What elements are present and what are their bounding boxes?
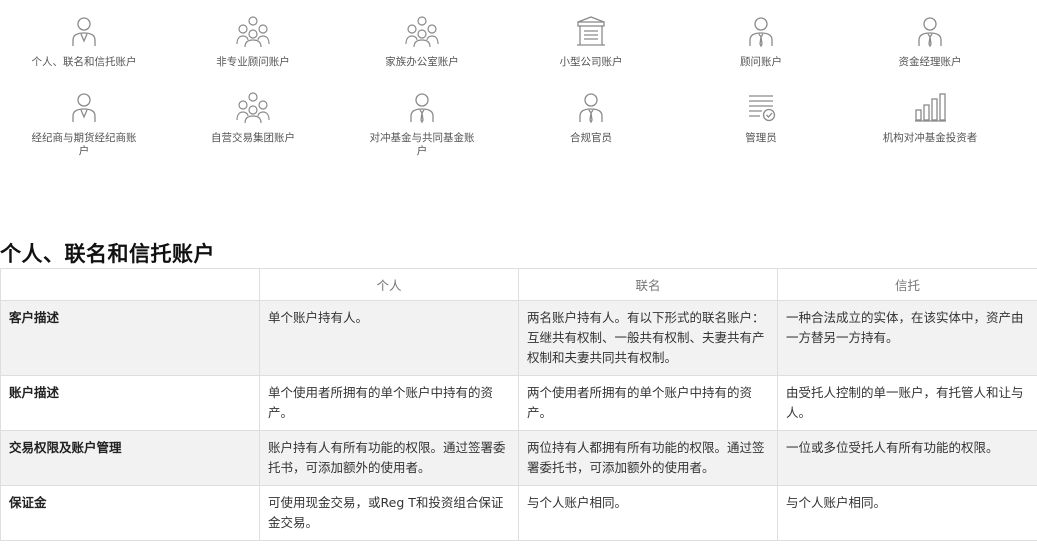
group-icon — [236, 90, 270, 124]
table-cell: 可使用现金交易，或Reg T和投资组合保证金交易。 — [259, 485, 519, 541]
row-header: 客户描述 — [0, 300, 260, 376]
table-header-row: 个人 联名 信托 — [0, 268, 1037, 301]
account-tile-label: 对冲基金与共同基金账户 — [369, 132, 475, 157]
table-cell: 两个使用者所拥有的单个账户中持有的资产。 — [518, 375, 778, 431]
account-tile-compliance-officer[interactable]: 合规官员 — [516, 90, 666, 145]
account-tile-label: 资金经理账户 — [898, 56, 962, 68]
account-tile-money-manager[interactable]: 资金经理账户 — [855, 14, 1005, 69]
table-cell: 由受托人控制的单一账户，有托管人和让与人。 — [777, 375, 1037, 431]
person-icon — [744, 14, 778, 48]
account-tile-label: 家族办公室账户 — [385, 56, 459, 68]
table-cell: 一位或多位受托人有所有功能的权限。 — [777, 430, 1037, 486]
account-tile-family-office[interactable]: 家族办公室账户 — [347, 14, 497, 69]
account-tile-small-business[interactable]: 小型公司账户 — [516, 14, 666, 69]
account-tile-hedge-mutual-fund[interactable]: 对冲基金与共同基金账户 — [347, 90, 497, 158]
account-tile-prop-trading-group[interactable]: 自营交易集团账户 — [178, 90, 328, 145]
account-tile-label: 顾问账户 — [740, 56, 782, 68]
account-tile-non-pro-advisor[interactable]: 非专业顾问账户 — [178, 14, 328, 69]
account-tile-administrator[interactable]: 管理员 — [686, 90, 836, 145]
account-tile-broker[interactable]: 经纪商与期货经纪商账户 — [9, 90, 159, 158]
row-header: 交易权限及账户管理 — [0, 430, 260, 486]
account-tile-label: 机构对冲基金投资者 — [882, 132, 978, 144]
person-icon — [67, 14, 101, 48]
person-icon — [67, 90, 101, 124]
account-tile-label: 小型公司账户 — [559, 56, 623, 68]
account-tile-label: 非专业顾问账户 — [216, 56, 290, 68]
person-icon — [574, 90, 608, 124]
building-icon — [574, 14, 608, 48]
column-header-blank — [0, 268, 260, 301]
table-cell: 与个人账户相同。 — [777, 485, 1037, 541]
table-row: 账户描述 单个使用者所拥有的单个账户中持有的资产。 两个使用者所拥有的单个账户中… — [0, 375, 1037, 431]
group-icon — [405, 14, 439, 48]
account-tile-advisor[interactable]: 顾问账户 — [686, 14, 836, 69]
group-icon — [236, 14, 270, 48]
table-cell: 与个人账户相同。 — [518, 485, 778, 541]
table-cell: 两位持有人都拥有所有功能的权限。通过签署委托书，可添加额外的使用者。 — [518, 430, 778, 486]
column-header: 个人 — [259, 268, 519, 301]
table-cell: 单个使用者所拥有的单个账户中持有的资产。 — [259, 375, 519, 431]
table-row: 保证金 可使用现金交易，或Reg T和投资组合保证金交易。 与个人账户相同。 与… — [0, 485, 1037, 541]
account-tile-label: 合规官员 — [570, 132, 612, 144]
account-tile-label: 自营交易集团账户 — [211, 132, 295, 144]
account-tile-label: 个人、联名和信托账户 — [31, 56, 137, 68]
table-cell: 两名账户持有人。有以下形式的联名账户：互继共有权制、一般共有权制、夫妻共有产权制… — [518, 300, 778, 376]
column-header: 联名 — [518, 268, 778, 301]
comparison-table: 个人 联名 信托 客户描述 单个账户持有人。 两名账户持有人。有以下形式的联名账… — [0, 268, 1037, 541]
bar-chart-icon — [913, 90, 947, 124]
table-cell: 单个账户持有人。 — [259, 300, 519, 376]
table-row: 客户描述 单个账户持有人。 两名账户持有人。有以下形式的联名账户：互继共有权制、… — [0, 300, 1037, 376]
account-tile-institutional-hedge-investor[interactable]: 机构对冲基金投资者 — [855, 90, 1005, 145]
row-header: 保证金 — [0, 485, 260, 541]
account-tile-label: 经纪商与期货经纪商账户 — [31, 132, 137, 157]
person-icon — [913, 14, 947, 48]
person-icon — [405, 90, 439, 124]
account-type-grid: 个人、联名和信托账户 非专业顾问账户 家族办公室账户 小型公司账户 顾问账户 资… — [0, 0, 1037, 180]
column-header: 信托 — [777, 268, 1037, 301]
table-row: 交易权限及账户管理 账户持有人有所有功能的权限。通过签署委托书，可添加额外的使用… — [0, 430, 1037, 486]
account-tile-label: 管理员 — [745, 132, 777, 144]
table-cell: 一种合法成立的实体，在该实体中，资产由一方替另一方持有。 — [777, 300, 1037, 376]
account-tile-individual-joint-trust[interactable]: 个人、联名和信托账户 — [9, 14, 159, 69]
row-header: 账户描述 — [0, 375, 260, 431]
table-cell: 账户持有人有所有功能的权限。通过签署委托书，可添加额外的使用者。 — [259, 430, 519, 486]
document-check-icon — [744, 90, 778, 124]
section-title: 个人、联名和信托账户 — [0, 242, 215, 266]
